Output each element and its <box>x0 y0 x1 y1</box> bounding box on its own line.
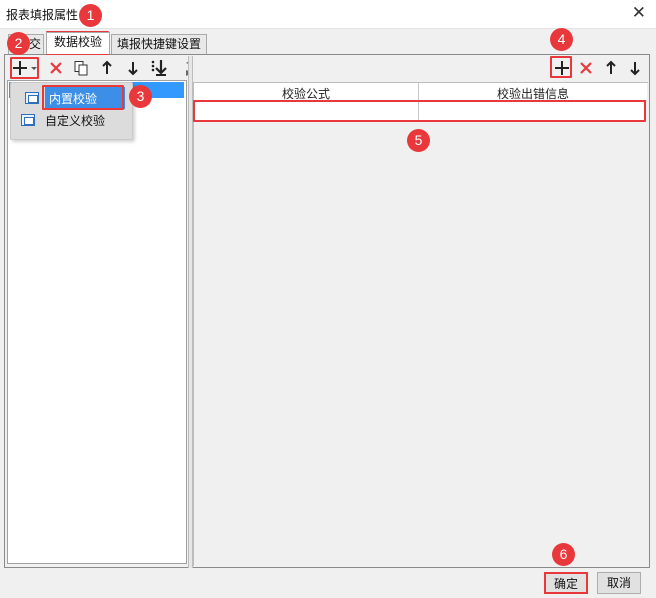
column-header-error-message: 校验出错信息 <box>496 87 569 101</box>
ok-label: 确定 <box>553 577 578 591</box>
copy-button[interactable] <box>71 58 91 78</box>
custom-check-icon <box>21 114 35 126</box>
builtin-check-icon <box>25 92 39 104</box>
move-up-button[interactable] <box>97 58 117 78</box>
error-message-cell[interactable] <box>419 101 645 121</box>
step-badge: 1 <box>79 4 102 27</box>
delete-formula-button[interactable] <box>576 58 596 78</box>
step-badge: 6 <box>552 543 575 566</box>
arrow-down-icon <box>128 62 138 76</box>
menu-item-custom-check[interactable]: 自定义校验 <box>19 109 131 131</box>
menu-item-label: 自定义校验 <box>45 113 106 128</box>
move-bottom-icon <box>151 60 167 76</box>
step-badge: 3 <box>129 85 152 108</box>
arrow-up-icon <box>606 60 616 74</box>
formula-grid <box>193 82 648 566</box>
tab-label: 数据校验 <box>53 35 102 49</box>
window-title: 报表填报属性 <box>6 8 79 22</box>
menu-item-builtin-check[interactable]: 内置校验 <box>45 87 125 109</box>
tab-shortcut-settings[interactable]: 填报快捷键设置 <box>111 34 207 54</box>
cancel-label: 取消 <box>606 576 631 590</box>
arrow-down-icon <box>630 62 640 76</box>
delete-x-icon <box>580 62 592 74</box>
delete-x-icon <box>50 62 62 74</box>
formula-up-button[interactable] <box>601 58 621 78</box>
arrow-up-icon <box>102 60 112 74</box>
caret-down-icon <box>31 67 37 70</box>
step-badge: 2 <box>7 32 30 55</box>
formula-cell[interactable] <box>194 101 418 121</box>
delete-button[interactable] <box>46 58 66 78</box>
column-separator <box>418 83 419 121</box>
step-badge: 5 <box>407 129 430 152</box>
move-bottom-button[interactable] <box>149 58 169 78</box>
tab-data-validation[interactable]: 数据校验 <box>46 32 110 54</box>
copy-icon <box>74 61 88 76</box>
add-button[interactable] <box>11 58 29 78</box>
ok-button[interactable]: 确定 <box>544 572 588 594</box>
add-formula-button[interactable] <box>552 58 572 78</box>
tab-label: 填报快捷键设置 <box>116 37 201 51</box>
column-header-formula: 校验公式 <box>281 87 330 101</box>
step-badge: 4 <box>550 28 573 51</box>
move-down-button[interactable] <box>123 58 143 78</box>
plus-icon <box>13 61 27 75</box>
validation-list[interactable] <box>7 80 187 564</box>
add-validation-menu: 内置校验 自定义校验 <box>10 82 133 140</box>
cancel-button[interactable]: 取消 <box>597 572 641 594</box>
close-icon[interactable]: ✕ <box>632 3 646 23</box>
formula-down-button[interactable] <box>625 58 645 78</box>
menu-item-label: 内置校验 <box>49 91 98 106</box>
add-dropdown-button[interactable] <box>29 58 39 78</box>
plus-icon <box>555 61 569 75</box>
